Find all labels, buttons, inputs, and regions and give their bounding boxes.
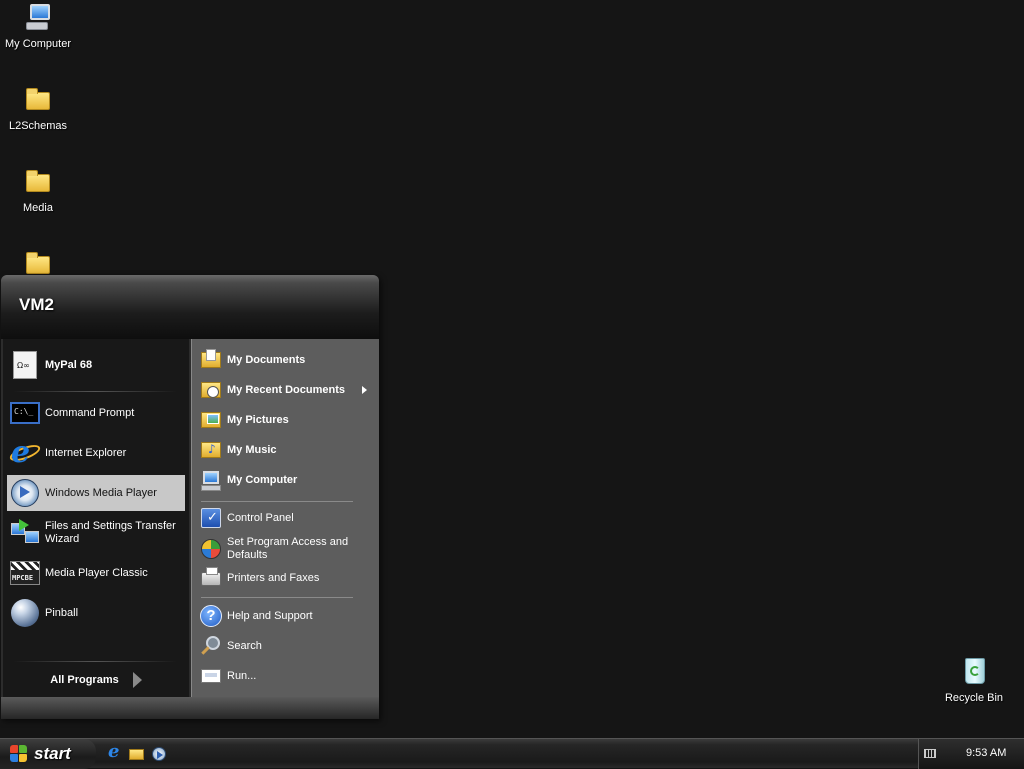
separator [201,501,353,502]
search-icon [199,634,223,658]
separator [13,661,177,662]
start-button[interactable]: start [0,739,96,769]
user-name: VM2 [19,295,54,314]
start-menu: VM2 MyPal 68 C:\_ Command Prompt e Inter… [1,275,379,719]
menu-item-my-recent-documents[interactable]: My Recent Documents [197,377,375,403]
menu-item-internet-explorer[interactable]: e Internet Explorer [7,435,185,471]
windows-logo-icon [10,745,28,763]
desktop-icon-media[interactable]: Media [0,166,76,214]
menu-item-my-documents[interactable]: My Documents [197,347,375,373]
taskbar: start e 9:53 AM [0,738,1024,769]
quicklaunch-media-player-icon[interactable] [150,745,168,763]
mypal-icon [9,349,41,381]
menu-item-pinball[interactable]: Pinball [7,595,185,631]
transfer-wizard-icon [9,517,41,549]
folder-icon [22,84,54,116]
chevron-right-icon [362,386,367,394]
menu-item-media-player-classic[interactable]: MPCBE Media Player Classic [7,555,185,591]
recent-documents-icon [199,378,223,402]
documents-folder-icon [199,348,223,372]
desktop-icon-my-computer[interactable]: My Computer [0,2,76,50]
media-player-classic-icon: MPCBE [9,557,41,589]
menu-item-my-music[interactable]: ♪ My Music [197,437,375,463]
menu-item-transfer-wizard[interactable]: Files and Settings Transfer Wizard [7,515,185,551]
internet-explorer-icon: e [7,437,43,469]
menu-item-control-panel[interactable]: Control Panel [197,505,375,531]
start-menu-header: VM2 [1,275,379,339]
windows-media-player-icon [9,477,41,509]
command-prompt-icon: C:\_ [9,397,41,429]
menu-item-help-and-support[interactable]: ? Help and Support [197,603,375,629]
control-panel-icon [199,506,223,530]
pinball-icon [9,597,41,629]
menu-item-command-prompt[interactable]: C:\_ Command Prompt [7,395,185,431]
menu-item-mypal[interactable]: MyPal 68 [7,345,185,385]
keyboard-icon[interactable] [924,749,936,758]
quicklaunch-internet-explorer-icon[interactable]: e [106,741,124,763]
all-programs-button[interactable]: All Programs [7,665,185,695]
pictures-folder-icon [199,408,223,432]
printer-icon [199,566,223,590]
help-icon: ? [199,604,223,628]
run-icon [199,664,223,688]
folder-icon [22,166,54,198]
quicklaunch-folder-icon[interactable] [128,745,146,763]
menu-item-set-program-access[interactable]: Set Program Access and Defaults [197,535,375,563]
start-menu-footer [1,697,379,719]
menu-item-printers-and-faxes[interactable]: Printers and Faxes [197,565,375,591]
menu-item-run[interactable]: Run... [197,663,375,689]
computer-icon [199,468,223,492]
menu-item-my-computer[interactable]: My Computer [197,467,375,493]
menu-item-windows-media-player[interactable]: Windows Media Player [7,475,185,511]
desktop-icon-recycle-bin[interactable]: Recycle Bin [936,656,1012,704]
music-folder-icon: ♪ [199,438,223,462]
separator [13,391,177,392]
menu-item-my-pictures[interactable]: My Pictures [197,407,375,433]
menu-item-search[interactable]: Search [197,633,375,659]
computer-icon [22,2,54,34]
recycle-bin-icon [958,656,990,688]
clock[interactable]: 9:53 AM [966,747,1006,759]
desktop-icon-l2schemas[interactable]: L2Schemas [0,84,76,132]
arrow-right-icon [132,672,142,688]
separator [201,597,353,598]
program-access-icon [199,537,223,561]
